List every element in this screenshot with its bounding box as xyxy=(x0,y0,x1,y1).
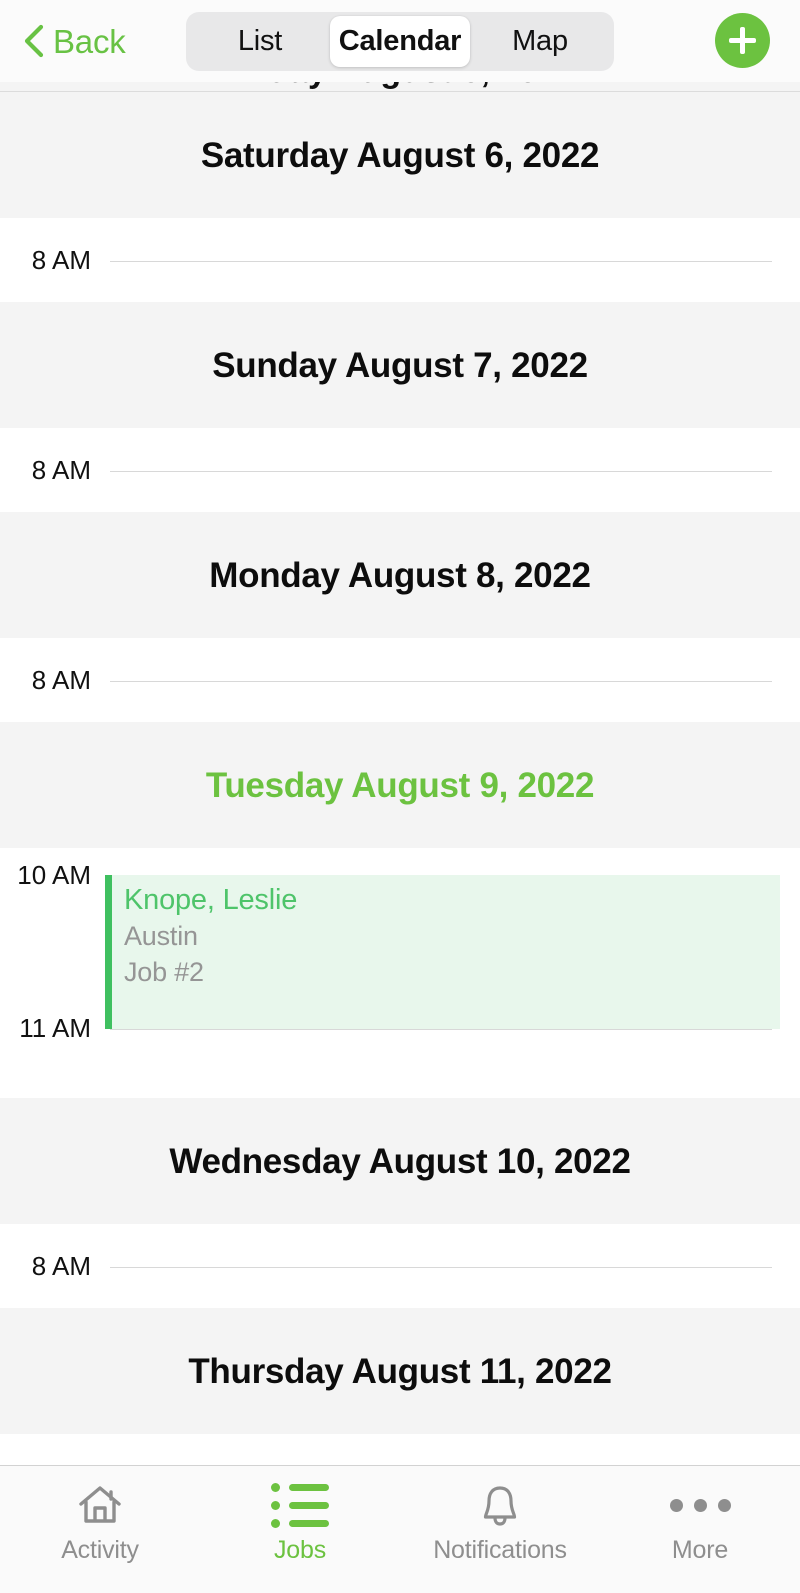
event-body: Knope, Leslie Austin Job #2 xyxy=(112,875,780,1029)
tab-jobs[interactable]: Jobs xyxy=(200,1482,400,1563)
hour-label: 8 AM xyxy=(31,455,91,485)
hour-rule xyxy=(110,260,772,262)
event-accent-bar xyxy=(105,875,112,1029)
hour-label: 10 AM xyxy=(17,860,91,890)
hour-line: 8 AM xyxy=(0,667,800,693)
list-icon-line xyxy=(289,1519,329,1527)
event-location: Austin xyxy=(124,921,198,952)
tab-label-more: More xyxy=(671,1536,729,1564)
hour-block-sunday[interactable]: 8 AM xyxy=(0,428,800,512)
list-icon-bullet xyxy=(271,1500,280,1510)
ellipsis-icon xyxy=(669,1482,731,1528)
day-title: Wednesday August 10, 2022 xyxy=(169,1141,631,1181)
ellipsis-dot xyxy=(717,1498,731,1512)
hour-line: 8 AM xyxy=(0,247,800,273)
tab-notifications[interactable]: Notifications xyxy=(400,1482,600,1563)
hour-line: 8 AM xyxy=(0,1253,800,1279)
back-button[interactable]: Back xyxy=(0,0,126,82)
day-header-sunday[interactable]: Sunday August 7, 2022 xyxy=(0,302,800,428)
event-reference: Job #2 xyxy=(124,956,204,987)
list-icon-line xyxy=(289,1501,329,1509)
day-header-saturday[interactable]: Saturday August 6, 2022 xyxy=(0,92,800,218)
home-icon xyxy=(78,1482,122,1528)
hour-block-wednesday[interactable]: 8 AM xyxy=(0,1224,800,1308)
day-header-tuesday-today[interactable]: Tuesday August 9, 2022 xyxy=(0,722,800,848)
clipped-day-title: Friday August 5, 2022 xyxy=(0,82,800,88)
day-title: Monday August 8, 2022 xyxy=(209,555,591,595)
day-title: Tuesday August 9, 2022 xyxy=(205,765,595,805)
tab-activity[interactable]: Activity xyxy=(0,1482,200,1563)
calendar-screen: Back List Calendar Map Friday August 5, … xyxy=(0,0,800,1593)
list-icon-row xyxy=(271,1518,329,1528)
hour-rule xyxy=(110,1266,772,1268)
clipped-previous-day-header: Friday August 5, 2022 xyxy=(0,82,800,92)
list-icon xyxy=(271,1482,329,1528)
view-mode-segmented-control[interactable]: List Calendar Map xyxy=(186,12,614,71)
tab-more[interactable]: More xyxy=(600,1482,800,1563)
hour-block-tuesday[interactable]: 10 AM 11 AM Knope, Leslie Austin Job #2 xyxy=(0,848,800,1098)
back-button-label: Back xyxy=(53,22,126,60)
list-icon-bullet xyxy=(271,1518,280,1528)
day-header-thursday[interactable]: Thursday August 11, 2022 xyxy=(0,1308,800,1434)
chevron-left-icon xyxy=(24,24,44,58)
hour-block-monday[interactable]: 8 AM xyxy=(0,638,800,722)
agenda-scroll-area[interactable]: Friday August 5, 2022 Saturday August 6,… xyxy=(0,82,800,1465)
tab-label-activity: Activity xyxy=(61,1536,139,1564)
tab-label-notifications: Notifications xyxy=(433,1536,567,1564)
hour-label: 8 AM xyxy=(31,1251,91,1281)
hour-label: 11 AM xyxy=(19,1013,91,1043)
hour-label: 8 AM xyxy=(31,245,91,275)
list-icon-line xyxy=(289,1483,329,1491)
hour-line: 8 AM xyxy=(0,457,800,483)
tab-label-jobs: Jobs xyxy=(273,1536,326,1564)
day-header-monday[interactable]: Monday August 8, 2022 xyxy=(0,512,800,638)
day-header-wednesday[interactable]: Wednesday August 10, 2022 xyxy=(0,1098,800,1224)
add-job-button[interactable] xyxy=(715,13,770,68)
ellipsis-dot xyxy=(669,1498,683,1512)
day-title: Saturday August 6, 2022 xyxy=(200,135,600,175)
segment-calendar[interactable]: Calendar xyxy=(330,16,470,67)
hour-label: 8 AM xyxy=(31,665,91,695)
hour-block-thursday[interactable]: 8 AM xyxy=(0,1434,800,1465)
bottom-tab-bar: Activity Jobs Notifications More xyxy=(0,1465,800,1593)
hour-block-saturday[interactable]: 8 AM xyxy=(0,218,800,302)
segment-map[interactable]: Map xyxy=(470,16,610,67)
navigation-bar: Back List Calendar Map xyxy=(0,0,800,82)
list-icon-row xyxy=(271,1482,329,1492)
hour-label: 8 AM xyxy=(0,1463,103,1465)
list-icon-row xyxy=(271,1500,329,1510)
day-title: Sunday August 7, 2022 xyxy=(212,345,588,385)
event-title: Knope, Leslie xyxy=(124,884,298,916)
calendar-event-knope-leslie[interactable]: Knope, Leslie Austin Job #2 xyxy=(105,875,780,1029)
ellipsis-dot xyxy=(693,1498,707,1512)
segment-list[interactable]: List xyxy=(190,16,330,67)
hour-rule xyxy=(110,470,772,472)
hour-rule xyxy=(110,680,772,682)
bell-icon xyxy=(480,1482,520,1528)
plus-icon-vertical xyxy=(740,27,745,54)
day-title: Thursday August 11, 2022 xyxy=(188,1351,612,1391)
list-icon-bullet xyxy=(271,1482,280,1492)
